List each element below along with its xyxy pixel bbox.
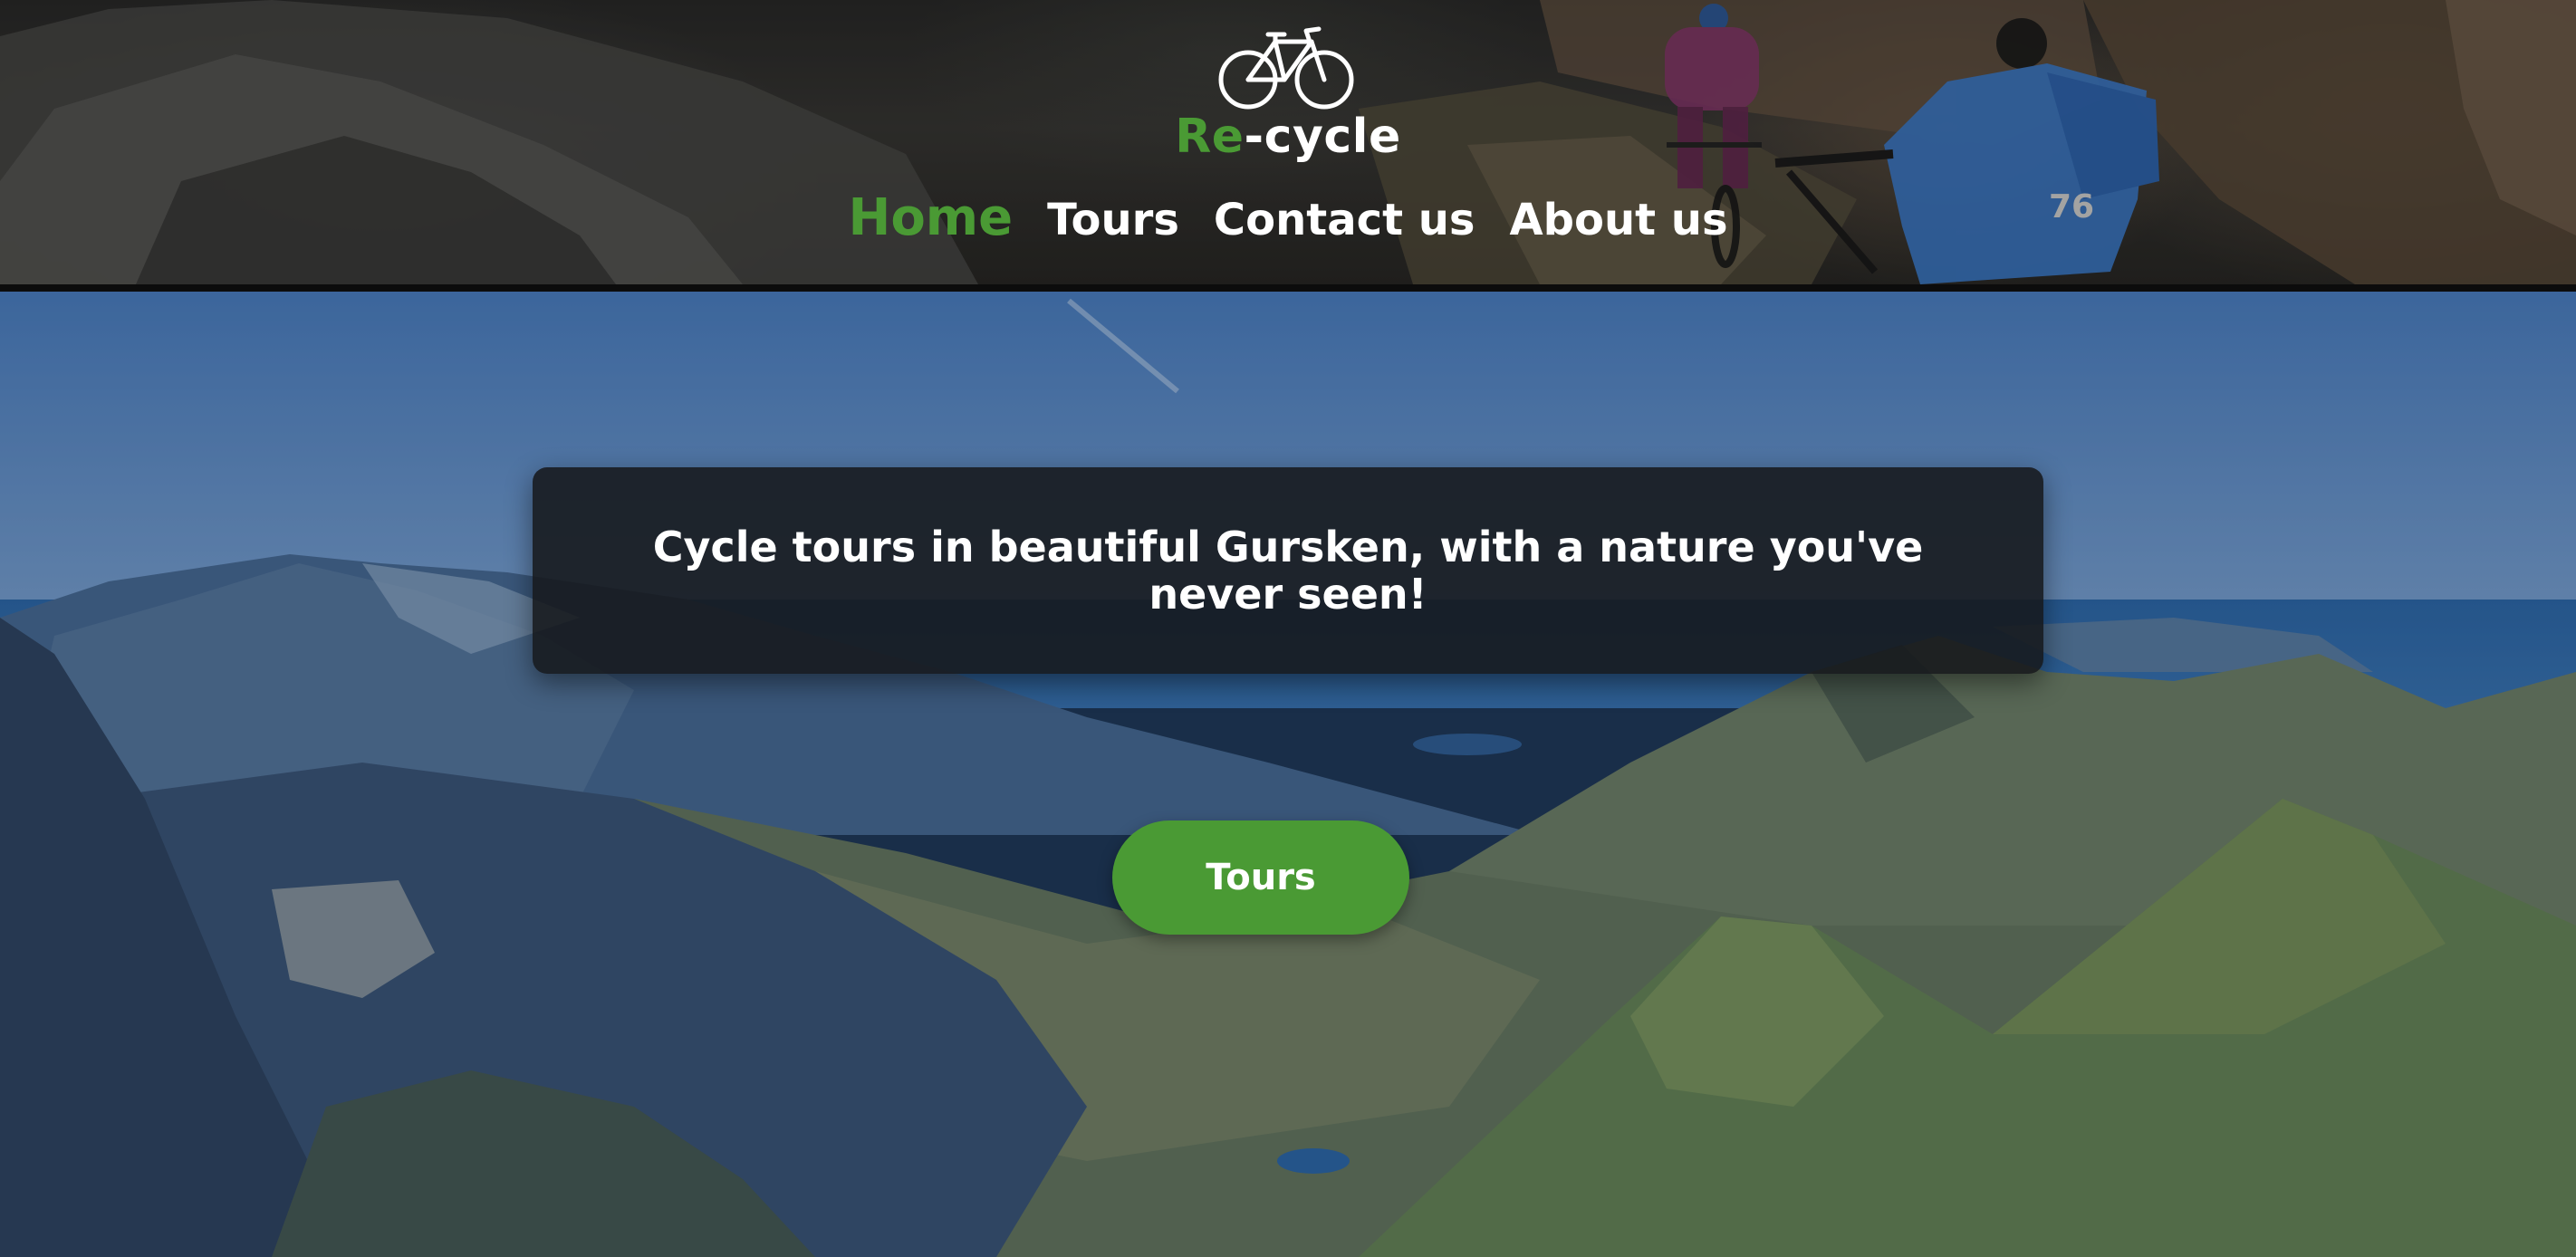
nav-tours[interactable]: Tours bbox=[1047, 188, 1179, 252]
tagline-card: Cycle tours in beautiful Gursken, with a… bbox=[533, 467, 2043, 674]
brand-name-rest: -cycle bbox=[1244, 110, 1401, 164]
hero-tagline: Cycle tours in beautiful Gursken, with a… bbox=[652, 523, 1924, 619]
bicycle-icon[interactable] bbox=[1216, 25, 1357, 110]
brand-logo[interactable]: Re-cycle bbox=[0, 105, 2576, 168]
nav-contact[interactable]: Contact us bbox=[1214, 188, 1475, 252]
tours-button[interactable]: Tours bbox=[1112, 820, 1409, 935]
hero-section: Cycle tours in beautiful Gursken, with a… bbox=[0, 292, 2576, 1257]
site-header: 76 Re-cycle Home Tours Contact us About … bbox=[0, 0, 2576, 292]
nav-home[interactable]: Home bbox=[848, 187, 1013, 250]
nav-about[interactable]: About us bbox=[1509, 188, 1727, 252]
brand-name-accent: Re bbox=[1175, 110, 1245, 164]
main-nav: Home Tours Contact us About us bbox=[0, 187, 2576, 252]
hero-background-photo bbox=[0, 292, 2576, 1257]
